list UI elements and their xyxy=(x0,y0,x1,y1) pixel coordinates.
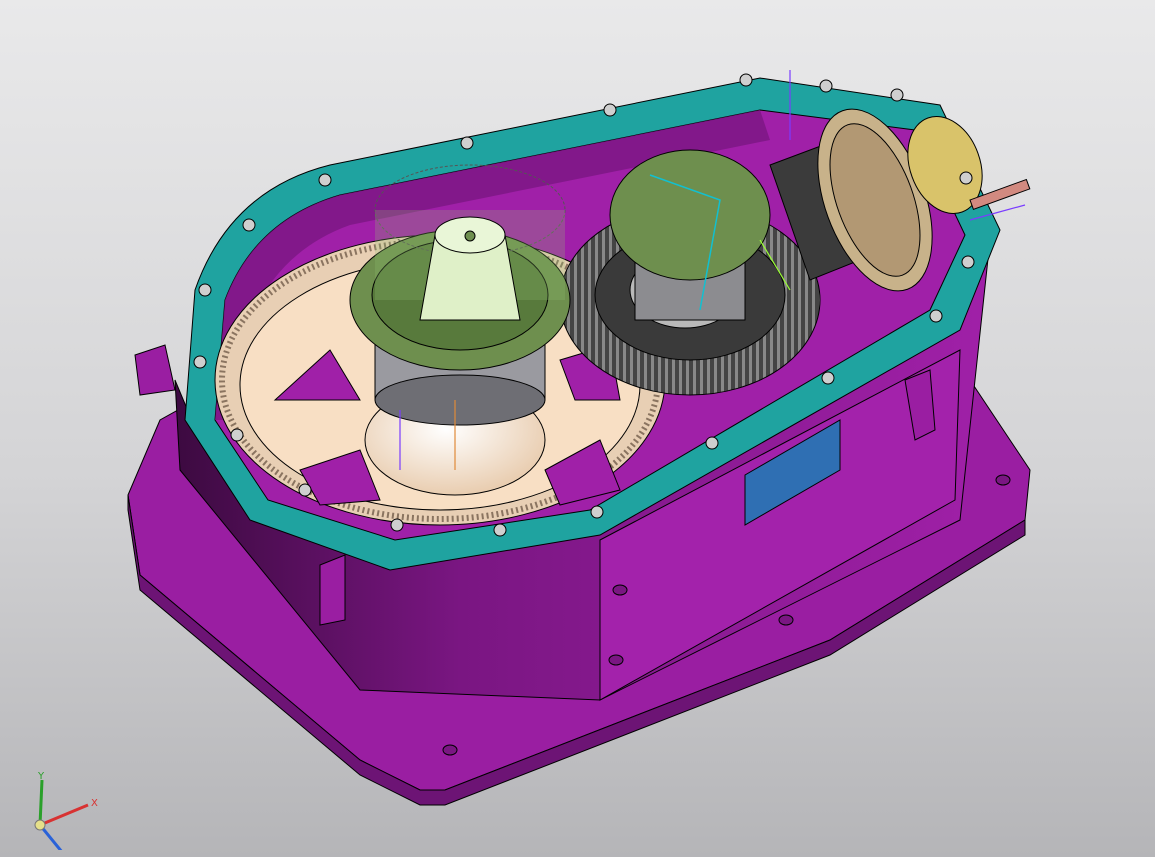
x-axis-line xyxy=(39,803,89,827)
lifting-lug-left xyxy=(134,344,176,396)
lifting-lug-front xyxy=(319,554,346,626)
y-axis-line xyxy=(38,779,44,826)
coordinate-triad: X Y xyxy=(34,771,98,850)
triad-origin xyxy=(34,819,46,831)
x-axis-label: X xyxy=(91,798,98,809)
3d-viewport[interactable]: X Y xyxy=(0,0,1155,857)
gearbox-model[interactable] xyxy=(0,0,1155,857)
y-axis-label: Y xyxy=(37,771,45,782)
